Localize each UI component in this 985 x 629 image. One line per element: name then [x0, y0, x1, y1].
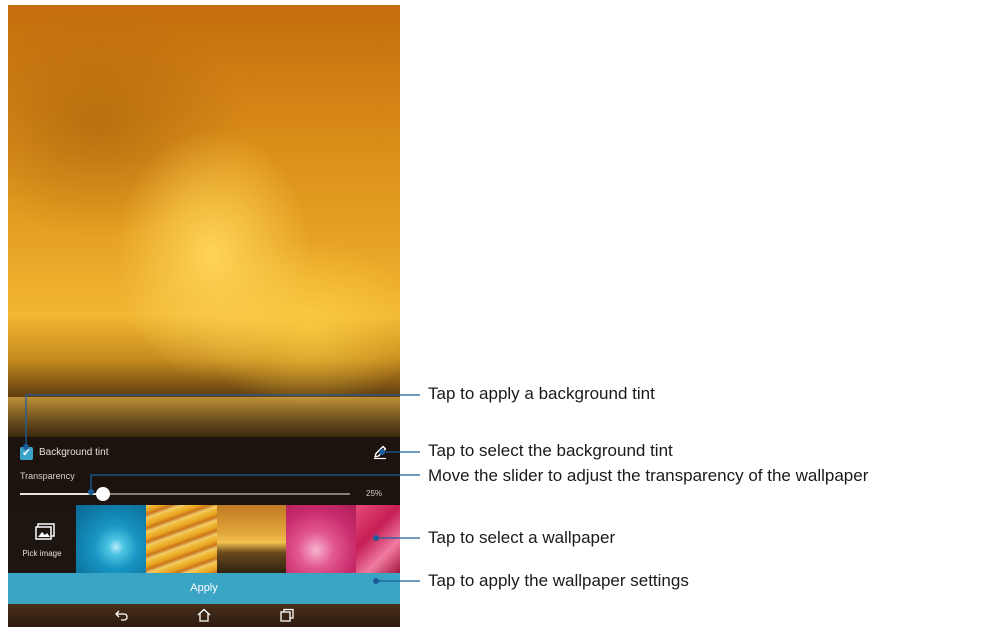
callout-dot-slider — [88, 489, 94, 495]
callout-slider: Move the slider to adjust the transparen… — [428, 466, 869, 485]
callout-dot-wallpaper — [373, 535, 379, 541]
callout-dot-tint-checkbox — [23, 444, 29, 450]
callout-line-tint-checkbox — [25, 394, 420, 447]
callout-dot-tint-select — [379, 449, 385, 455]
callout-line-slider — [90, 474, 420, 492]
callout-dot-apply — [373, 578, 379, 584]
callout-select-tint: Tap to select the background tint — [428, 441, 673, 460]
callout-apply-tint: Tap to apply a background tint — [428, 384, 655, 403]
callout-apply-settings: Tap to apply the wallpaper settings — [428, 571, 689, 590]
callout-select-wallpaper: Tap to select a wallpaper — [428, 528, 616, 547]
